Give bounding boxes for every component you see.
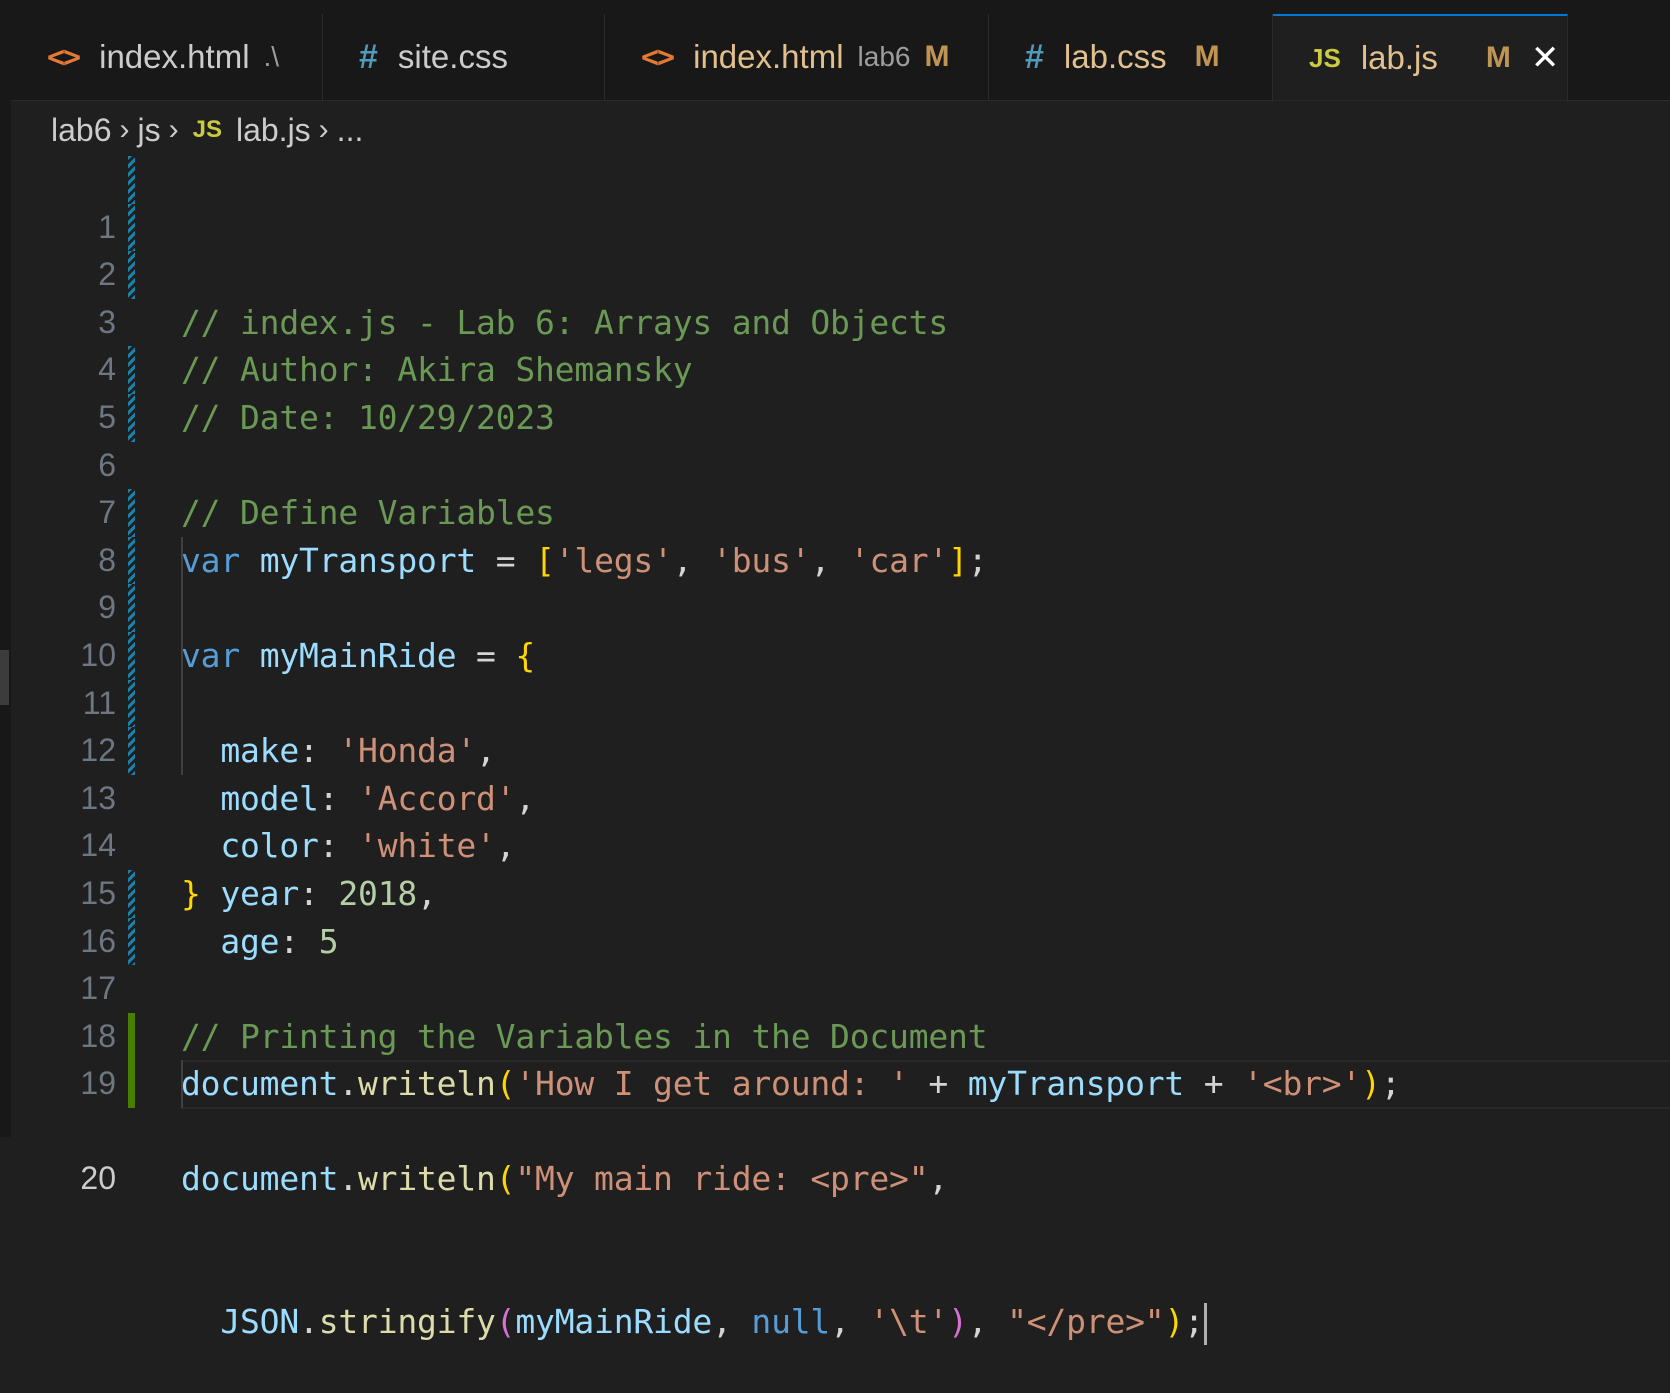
css-file-icon: # xyxy=(1025,37,1044,76)
modified-gutter-marker xyxy=(128,251,135,299)
code-line[interactable]: 18 xyxy=(0,965,1670,1054)
code-line[interactable]: 16 // Printing the Variables in the Docu… xyxy=(0,869,1670,1056)
code-line[interactable]: 7 xyxy=(0,442,1670,530)
editor-tab-bar: <> index.html .\ # site.css <> index.htm… xyxy=(11,14,1670,101)
modified-gutter-marker xyxy=(128,536,135,585)
tab-label: index.html xyxy=(693,38,844,75)
code-line[interactable]: 14 } xyxy=(0,775,1670,913)
css-file-icon: # xyxy=(359,37,378,76)
modified-gutter-marker xyxy=(128,203,135,252)
line-number: 20 xyxy=(80,1160,116,1197)
modified-badge: M xyxy=(1485,41,1511,74)
chevron-right-icon: › xyxy=(168,113,179,146)
indent-guide xyxy=(181,584,183,632)
modified-gutter-marker xyxy=(128,584,135,632)
code-text: document.writeln("My main ride: <pre>", xyxy=(181,1159,949,1199)
indent-guide xyxy=(181,536,183,585)
tab-label: lab.js xyxy=(1360,39,1438,76)
modified-gutter-marker xyxy=(128,489,135,537)
title-strip xyxy=(0,0,1670,14)
code-line[interactable]: 5 // Define Variables xyxy=(0,346,1670,532)
added-gutter-marker xyxy=(128,1012,135,1061)
indent-guide xyxy=(181,727,183,775)
code-line[interactable]: 8 var myMainRide = { xyxy=(0,489,1670,675)
breadcrumb-symbols[interactable]: ... xyxy=(337,112,364,149)
modified-badge: M xyxy=(1194,40,1220,73)
code-line[interactable]: 12 year: 2018, xyxy=(0,679,1670,913)
modified-gutter-marker xyxy=(128,917,135,966)
tab-site-css[interactable]: # site.css xyxy=(323,14,605,100)
code-line[interactable]: 4 xyxy=(0,299,1670,387)
breadcrumb: lab6 › js › JS lab.js › ... xyxy=(51,108,363,152)
breadcrumb-file[interactable]: lab.js xyxy=(236,112,311,149)
tab-lab-css[interactable]: # lab.css M xyxy=(989,14,1273,100)
tab-index-html-root[interactable]: <> index.html .\ xyxy=(11,14,323,100)
indent-guide xyxy=(181,1060,183,1108)
modified-gutter-marker xyxy=(128,631,135,680)
indent-guide xyxy=(181,679,183,728)
breadcrumb-folder[interactable]: lab6 xyxy=(51,112,112,149)
modified-gutter-marker xyxy=(128,727,135,775)
tab-lab-js[interactable]: JS lab.js M ✕ xyxy=(1273,14,1568,100)
modified-gutter-marker xyxy=(128,679,135,728)
tab-label: site.css xyxy=(397,38,508,75)
breadcrumb-subfolder[interactable]: js xyxy=(138,112,161,149)
modified-gutter-marker xyxy=(128,869,135,918)
code-line[interactable]: 11 color: 'white', xyxy=(0,631,1670,865)
html-file-icon: <> xyxy=(47,39,81,75)
code-line[interactable]: 6 var myTransport = ['legs', 'bus', 'car… xyxy=(0,393,1670,580)
indent-guide xyxy=(181,631,183,680)
html-file-icon: <> xyxy=(641,39,675,75)
code-line[interactable]: 15 xyxy=(0,822,1670,911)
code-line[interactable]: 13 age: 5 xyxy=(0,727,1670,961)
code-line-current[interactable]: 20 JSON.stringify(myMainRide, null, '\t'… xyxy=(0,1060,1670,1345)
code-line[interactable]: 10 model: 'Accord', xyxy=(0,584,1670,818)
code-text: JSON.stringify(myMainRide, null, '\t'), … xyxy=(181,1298,1207,1346)
js-file-icon: JS xyxy=(192,116,222,143)
tab-description: .\ xyxy=(263,41,280,72)
modified-gutter-marker xyxy=(128,346,135,394)
tab-index-html-lab6[interactable]: <> index.html lab6 M xyxy=(605,14,989,100)
code-line[interactable]: 1 // index.js - Lab 6: Arrays and Object… xyxy=(0,156,1670,342)
tab-label: index.html xyxy=(99,38,250,75)
current-line-highlight xyxy=(181,1060,1670,1110)
code-line[interactable]: 2 // Author: Akira Shemansky xyxy=(0,203,1670,389)
code-line[interactable]: 17 document.writeln('How I get around: '… xyxy=(0,917,1670,1103)
code-line[interactable]: 9 make: 'Honda', xyxy=(0,536,1670,770)
js-file-icon: JS xyxy=(1309,42,1341,73)
close-icon[interactable]: ✕ xyxy=(1531,38,1560,78)
text-cursor xyxy=(1203,1302,1207,1345)
chevron-right-icon: › xyxy=(318,113,329,146)
code-line[interactable]: 3 // Date: 10/29/2023 xyxy=(0,251,1670,437)
tab-description: lab6 xyxy=(857,41,911,72)
chevron-right-icon: › xyxy=(119,113,130,146)
added-gutter-marker xyxy=(128,1060,135,1108)
modified-gutter-marker xyxy=(128,156,135,204)
tab-label: lab.css xyxy=(1063,38,1167,75)
modified-gutter-marker xyxy=(128,393,135,442)
code-editor[interactable]: 1 // index.js - Lab 6: Arrays and Object… xyxy=(0,156,1670,1345)
modified-badge: M xyxy=(924,40,950,73)
code-line[interactable]: 19 document.writeln("My main ride: <pre>… xyxy=(0,1012,1670,1198)
